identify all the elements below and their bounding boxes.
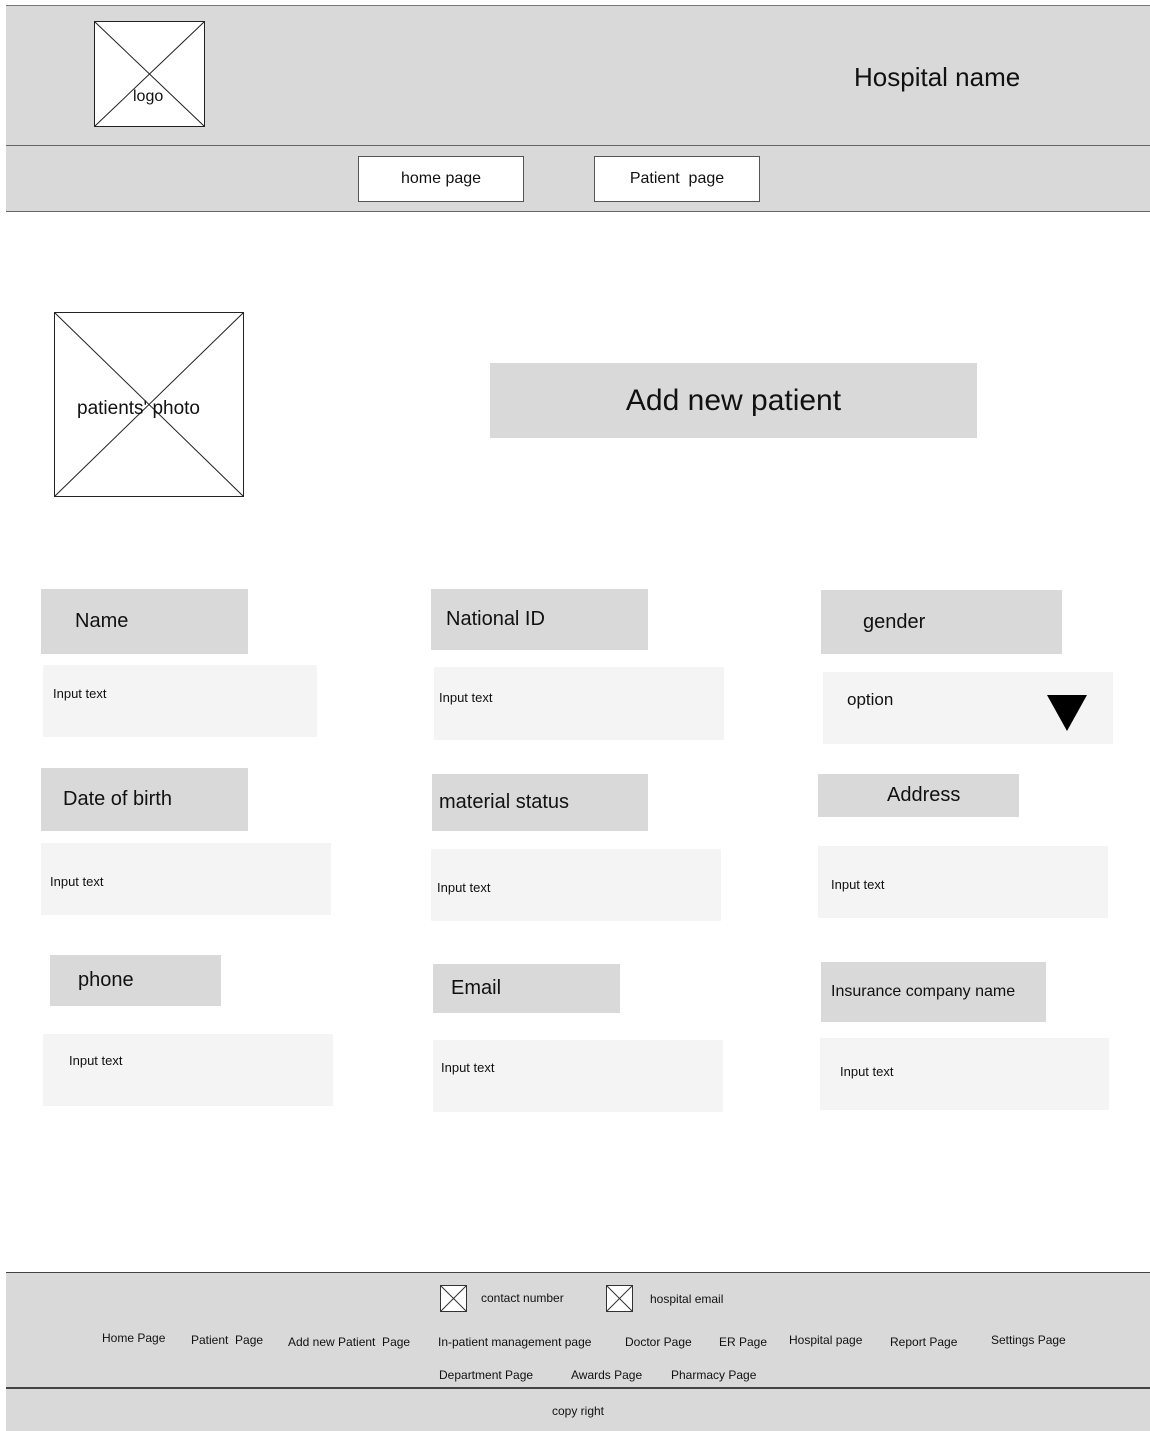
national-id-label: National ID bbox=[431, 589, 648, 650]
email-placeholder-icon bbox=[606, 1285, 633, 1312]
insurance-company-input-placeholder: Input text bbox=[840, 1064, 894, 1079]
footer: contact number hospital email Home Page … bbox=[6, 1272, 1150, 1431]
national-id-input-placeholder: Input text bbox=[439, 690, 493, 705]
gender-select[interactable]: option bbox=[823, 672, 1113, 744]
marital-status-input-placeholder: Input text bbox=[437, 880, 491, 895]
dropdown-arrow-icon[interactable] bbox=[1047, 695, 1087, 731]
email-input-placeholder: Input text bbox=[441, 1060, 495, 1075]
footer-link-in-patient-management-page[interactable]: In-patient management page bbox=[438, 1335, 591, 1349]
footer-copyright-bar: copy right bbox=[6, 1387, 1150, 1431]
footer-contact-number: contact number bbox=[481, 1291, 564, 1305]
national-id-input[interactable]: Input text bbox=[434, 667, 724, 740]
footer-link-doctor-page[interactable]: Doctor Page bbox=[625, 1335, 692, 1349]
footer-link-er-page[interactable]: ER Page bbox=[719, 1335, 767, 1349]
address-input-placeholder: Input text bbox=[831, 877, 885, 892]
marital-status-label: material status bbox=[432, 774, 648, 831]
footer-link-report-page[interactable]: Report Page bbox=[890, 1335, 957, 1349]
footer-link-hospital-page[interactable]: Hospital page bbox=[789, 1333, 862, 1347]
nav-patient-page-button[interactable]: Patient page bbox=[594, 156, 760, 202]
nav-home-page-button[interactable]: home page bbox=[358, 156, 524, 202]
footer-link-awards-page[interactable]: Awards Page bbox=[571, 1368, 642, 1382]
insurance-company-input[interactable]: Input text bbox=[820, 1038, 1109, 1110]
footer-link-pharmacy-page[interactable]: Pharmacy Page bbox=[671, 1368, 756, 1382]
logo-label: logo bbox=[133, 88, 164, 105]
name-input-placeholder: Input text bbox=[53, 686, 107, 701]
name-input[interactable]: Input text bbox=[43, 665, 317, 737]
date-of-birth-input-placeholder: Input text bbox=[50, 874, 104, 889]
insurance-company-label: Insurance company name bbox=[821, 962, 1046, 1022]
date-of-birth-label: Date of birth bbox=[41, 768, 248, 831]
marital-status-input[interactable]: Input text bbox=[431, 849, 721, 921]
phone-label: phone bbox=[50, 955, 221, 1006]
phone-placeholder-icon bbox=[440, 1285, 467, 1312]
footer-link-department-page[interactable]: Department Page bbox=[439, 1368, 533, 1382]
footer-link-patient-page[interactable]: Patient Page bbox=[191, 1333, 263, 1347]
page-title: Add new patient bbox=[490, 363, 977, 438]
gender-label: gender bbox=[821, 590, 1062, 654]
logo-placeholder[interactable]: logo bbox=[94, 21, 205, 127]
name-label: Name bbox=[41, 589, 248, 654]
date-of-birth-input[interactable]: Input text bbox=[41, 843, 331, 915]
phone-input-placeholder: Input text bbox=[69, 1053, 123, 1068]
footer-hospital-email: hospital email bbox=[650, 1292, 724, 1306]
address-label: Address bbox=[818, 774, 1019, 817]
phone-input[interactable]: Input text bbox=[43, 1034, 333, 1106]
image-placeholder-icon bbox=[95, 22, 204, 126]
hospital-name: Hospital name bbox=[854, 62, 1021, 92]
footer-link-home-page[interactable]: Home Page bbox=[102, 1331, 165, 1345]
address-input[interactable]: Input text bbox=[818, 846, 1108, 918]
top-nav: home page Patient page bbox=[6, 146, 1150, 212]
email-label: Email bbox=[433, 964, 620, 1013]
patient-photo-placeholder[interactable]: patients' photo bbox=[54, 312, 244, 497]
footer-link-add-new-patient-page[interactable]: Add new Patient Page bbox=[288, 1335, 410, 1349]
patient-photo-label: patients' photo bbox=[77, 398, 200, 419]
email-input[interactable]: Input text bbox=[433, 1040, 723, 1112]
header: logo Hospital name bbox=[6, 5, 1150, 146]
copyright-text: copy right bbox=[551, 1403, 605, 1418]
footer-link-settings-page[interactable]: Settings Page bbox=[991, 1333, 1066, 1347]
gender-selected-option: option bbox=[847, 690, 894, 709]
